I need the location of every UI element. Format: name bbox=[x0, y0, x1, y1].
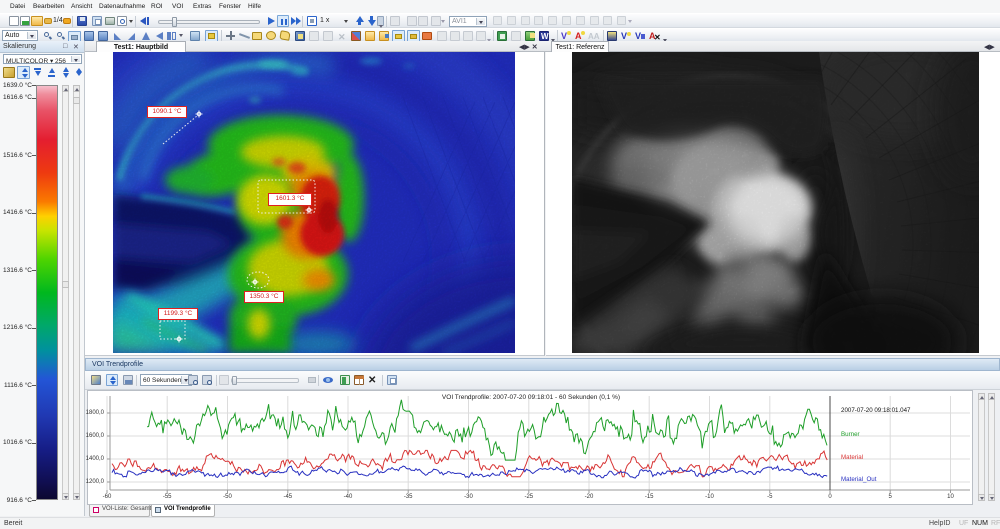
svg-text:Material: Material bbox=[841, 454, 863, 461]
svg-text:2007-07-20 09:18:01.047: 2007-07-20 09:18:01.047 bbox=[841, 407, 911, 414]
svg-text:Material_Out: Material_Out bbox=[841, 476, 877, 483]
svg-text:VOI Trendprofile: 2007-07-20 0: VOI Trendprofile: 2007-07-20 09:18:01 - … bbox=[442, 394, 620, 401]
svg-text:Burner: Burner bbox=[841, 431, 860, 438]
